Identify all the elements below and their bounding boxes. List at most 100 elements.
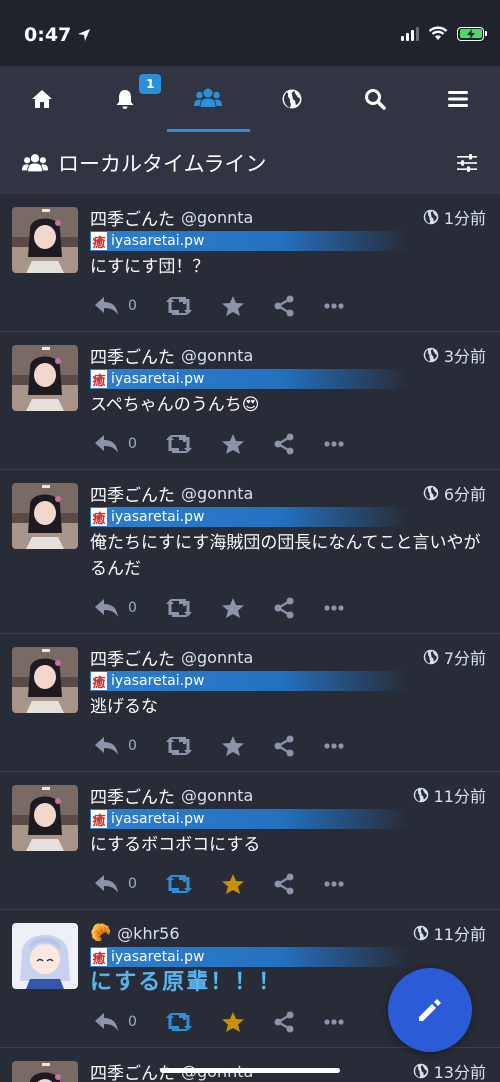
favourite-button[interactable] xyxy=(221,1011,245,1033)
more-icon xyxy=(324,605,344,611)
status-item[interactable]: 四季ごんた @gonnta 13分前 xyxy=(0,1048,500,1082)
avatar[interactable] xyxy=(12,207,78,273)
account-handle[interactable]: @gonnta xyxy=(181,346,253,365)
home-icon xyxy=(31,90,52,108)
action-bar: 0 xyxy=(94,280,488,332)
reply-button[interactable]: 0 xyxy=(94,433,137,455)
share-button[interactable] xyxy=(273,873,295,895)
share-button[interactable] xyxy=(273,295,295,317)
reply-count: 0 xyxy=(128,436,137,452)
status-content: スペちゃんのうんち😍 xyxy=(90,395,260,415)
timestamp[interactable]: 6分前 xyxy=(423,481,486,505)
instance-ticker: 癒 iyasaretai.pw xyxy=(90,507,408,527)
account-handle[interactable]: @khr56 xyxy=(117,924,179,943)
home-indicator xyxy=(160,1068,340,1073)
account-handle[interactable]: @gonnta xyxy=(181,786,253,805)
timestamp[interactable]: 11分前 xyxy=(413,921,486,945)
tab-local-timeline[interactable] xyxy=(166,66,250,132)
tab-menu[interactable] xyxy=(417,66,500,132)
reply-button[interactable]: 0 xyxy=(94,735,137,757)
display-name[interactable]: 四季ごんた xyxy=(90,481,175,506)
public-globe-icon xyxy=(423,209,439,225)
timestamp[interactable]: 11分前 xyxy=(413,783,486,807)
favourite-button[interactable] xyxy=(221,873,245,895)
more-button[interactable] xyxy=(323,742,345,750)
account-handle[interactable]: @gonnta xyxy=(181,208,253,227)
instance-ticker: 癒 iyasaretai.pw xyxy=(90,947,408,967)
status-item[interactable]: 四季ごんた @gonnta 7分前 癒 iyasaretai.pw 逃げるな 0 xyxy=(0,634,500,772)
status-item[interactable]: 四季ごんた @gonnta 3分前 癒 iyasaretai.pw スペちゃんの… xyxy=(0,332,500,470)
share-icon xyxy=(274,295,294,317)
boost-icon xyxy=(165,599,192,617)
more-icon xyxy=(324,743,344,749)
reply-button[interactable]: 0 xyxy=(94,1011,137,1033)
avatar[interactable] xyxy=(12,1061,78,1082)
favourite-button[interactable] xyxy=(221,597,245,619)
boost-button[interactable] xyxy=(165,296,193,316)
share-button[interactable] xyxy=(273,1011,295,1033)
more-button[interactable] xyxy=(323,440,345,448)
timestamp[interactable]: 7分前 xyxy=(423,645,486,669)
avatar[interactable] xyxy=(12,345,78,411)
reply-icon xyxy=(95,737,118,755)
boost-button[interactable] xyxy=(165,874,193,894)
compose-button[interactable] xyxy=(388,968,472,1052)
share-button[interactable] xyxy=(273,597,295,619)
share-icon xyxy=(274,1011,294,1033)
boost-icon xyxy=(165,435,192,453)
avatar[interactable] xyxy=(12,785,78,851)
favourite-button[interactable] xyxy=(221,433,245,455)
action-bar: 0 xyxy=(94,720,488,772)
timestamp[interactable]: 13分前 xyxy=(413,1059,486,1082)
favourite-button[interactable] xyxy=(221,735,245,757)
display-name[interactable]: 四季ごんた xyxy=(90,783,175,808)
instance-favicon-icon: 癒 xyxy=(91,672,107,691)
column-settings-icon[interactable] xyxy=(456,153,478,173)
reply-button[interactable]: 0 xyxy=(94,873,137,895)
avatar[interactable] xyxy=(12,483,78,549)
tab-notifications[interactable]: 1 xyxy=(83,66,166,132)
status-item[interactable]: 四季ごんた @gonnta 1分前 癒 iyasaretai.pw にすにす団！… xyxy=(0,194,500,332)
more-button[interactable] xyxy=(323,302,345,310)
status-header: 四季ごんた @gonnta 3分前 xyxy=(90,343,488,368)
avatar[interactable] xyxy=(12,647,78,713)
favourite-button[interactable] xyxy=(221,295,245,317)
boost-button[interactable] xyxy=(165,1012,193,1032)
instance-favicon-icon: 癒 xyxy=(91,948,107,967)
account-handle[interactable]: @gonnta xyxy=(181,484,253,503)
public-globe-icon xyxy=(413,787,428,803)
reply-count: 0 xyxy=(128,876,137,892)
relative-time: 1分前 xyxy=(443,209,486,228)
tab-federated[interactable] xyxy=(250,66,333,132)
status-header: 四季ごんた @gonnta 11分前 xyxy=(90,783,488,808)
boost-button[interactable] xyxy=(165,434,193,454)
status-item[interactable]: 四季ごんた @gonnta 11分前 癒 iyasaretai.pw にするボコ… xyxy=(0,772,500,910)
status-item[interactable]: 四季ごんた @gonnta 6分前 癒 iyasaretai.pw 俺たちにすに… xyxy=(0,470,500,634)
share-button[interactable] xyxy=(273,433,295,455)
instance-name: iyasaretai.pw xyxy=(111,811,205,827)
more-button[interactable] xyxy=(323,880,345,888)
display-name[interactable]: 四季ごんた xyxy=(90,205,175,230)
boost-button[interactable] xyxy=(165,736,193,756)
clock: 0:47 xyxy=(24,24,72,46)
reply-button[interactable]: 0 xyxy=(94,295,137,317)
instance-ticker: 癒 iyasaretai.pw xyxy=(90,369,408,389)
favourite-star-icon xyxy=(221,736,244,756)
display-name[interactable]: 四季ごんた xyxy=(90,343,175,368)
share-button[interactable] xyxy=(273,735,295,757)
relative-time: 3分前 xyxy=(443,347,486,366)
reply-button[interactable]: 0 xyxy=(94,597,137,619)
display-name[interactable]: 🥐 xyxy=(90,923,111,943)
tab-search[interactable] xyxy=(333,66,416,132)
timestamp[interactable]: 3分前 xyxy=(423,343,486,367)
more-button[interactable] xyxy=(323,1018,345,1026)
more-button[interactable] xyxy=(323,604,345,612)
tab-home[interactable] xyxy=(0,66,83,132)
avatar[interactable] xyxy=(12,923,78,989)
display-name[interactable]: 四季ごんた xyxy=(90,645,175,670)
account-handle[interactable]: @gonnta xyxy=(181,648,253,667)
boost-button[interactable] xyxy=(165,598,193,618)
timestamp[interactable]: 1分前 xyxy=(423,205,486,229)
wifi-icon xyxy=(428,26,448,40)
public-globe-icon xyxy=(423,347,439,363)
